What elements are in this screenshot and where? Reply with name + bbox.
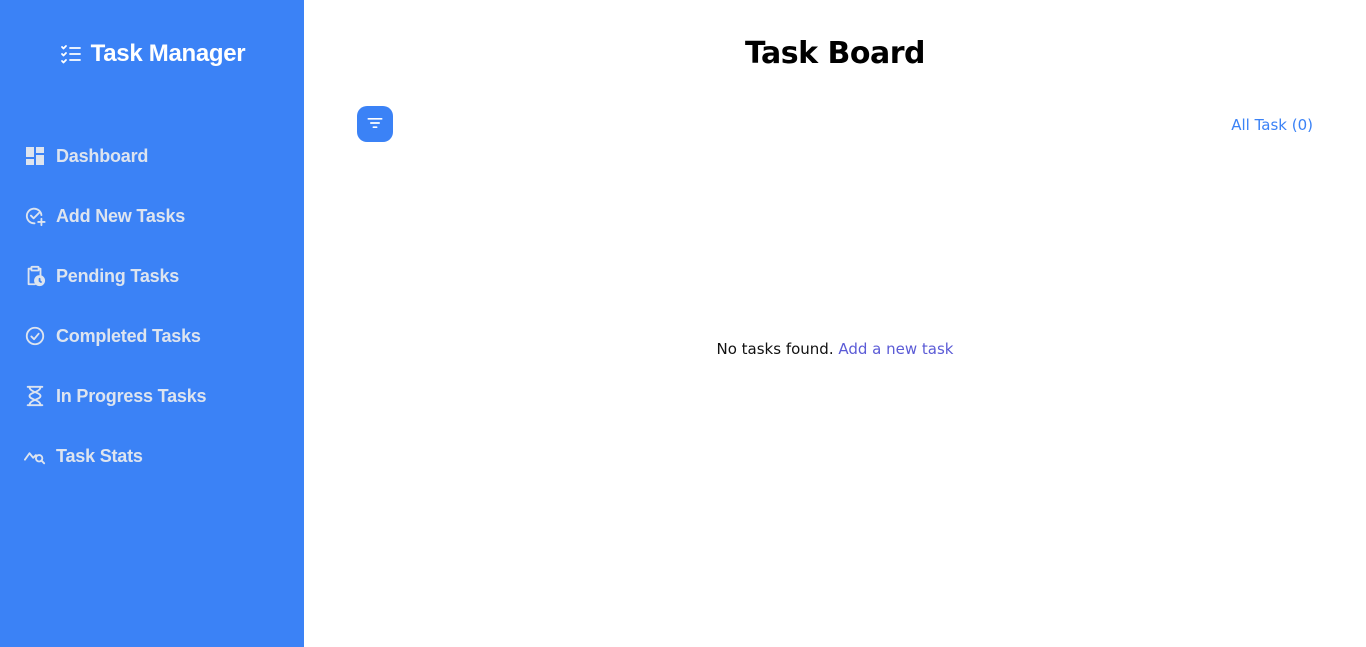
dashboard-icon bbox=[24, 145, 46, 167]
sidebar-item-label: Completed Tasks bbox=[56, 325, 201, 346]
filter-button[interactable] bbox=[357, 106, 393, 142]
sidebar-item-completed-tasks[interactable]: Completed Tasks bbox=[24, 320, 304, 352]
sidebar-item-label: Dashboard bbox=[56, 145, 149, 166]
circle-check-plus-icon bbox=[24, 205, 46, 227]
sidebar-item-dashboard[interactable]: Dashboard bbox=[24, 140, 304, 172]
circle-check-icon bbox=[24, 325, 46, 347]
sidebar-item-label: In Progress Tasks bbox=[56, 385, 207, 406]
page-title: Task Board bbox=[744, 36, 926, 71]
sidebar-nav: Dashboard Add New Tasks Pending Tasks Co… bbox=[24, 140, 304, 500]
sidebar-item-task-stats[interactable]: Task Stats bbox=[24, 440, 304, 472]
sidebar-item-in-progress-tasks[interactable]: In Progress Tasks bbox=[24, 380, 304, 412]
empty-state: No tasks found. Add a new task bbox=[304, 340, 1366, 358]
sidebar-item-pending-tasks[interactable]: Pending Tasks bbox=[24, 260, 304, 292]
main-content: Task Board All Task (0) No tasks found. … bbox=[304, 0, 1366, 647]
sidebar-item-label: Task Stats bbox=[56, 445, 143, 466]
brand[interactable]: Task Manager bbox=[0, 40, 304, 68]
filter-icon bbox=[365, 113, 385, 136]
sidebar-item-add-new-tasks[interactable]: Add New Tasks bbox=[24, 200, 304, 232]
app-title: Task Manager bbox=[90, 40, 246, 67]
checklist-icon bbox=[59, 42, 83, 66]
sidebar: Task Manager Dashboard Add New Tasks Pen… bbox=[0, 0, 304, 647]
all-task-filter[interactable]: All Task (0) bbox=[1231, 116, 1313, 134]
add-new-task-link[interactable]: Add a new task bbox=[838, 340, 953, 358]
app-root: Task Manager Dashboard Add New Tasks Pen… bbox=[0, 0, 1366, 647]
sidebar-item-label: Pending Tasks bbox=[56, 265, 180, 286]
hourglass-icon bbox=[24, 385, 46, 407]
clipboard-clock-icon bbox=[24, 265, 46, 287]
empty-state-text: No tasks found. bbox=[716, 340, 834, 358]
chart-search-icon bbox=[24, 445, 46, 467]
sidebar-item-label: Add New Tasks bbox=[56, 205, 186, 226]
